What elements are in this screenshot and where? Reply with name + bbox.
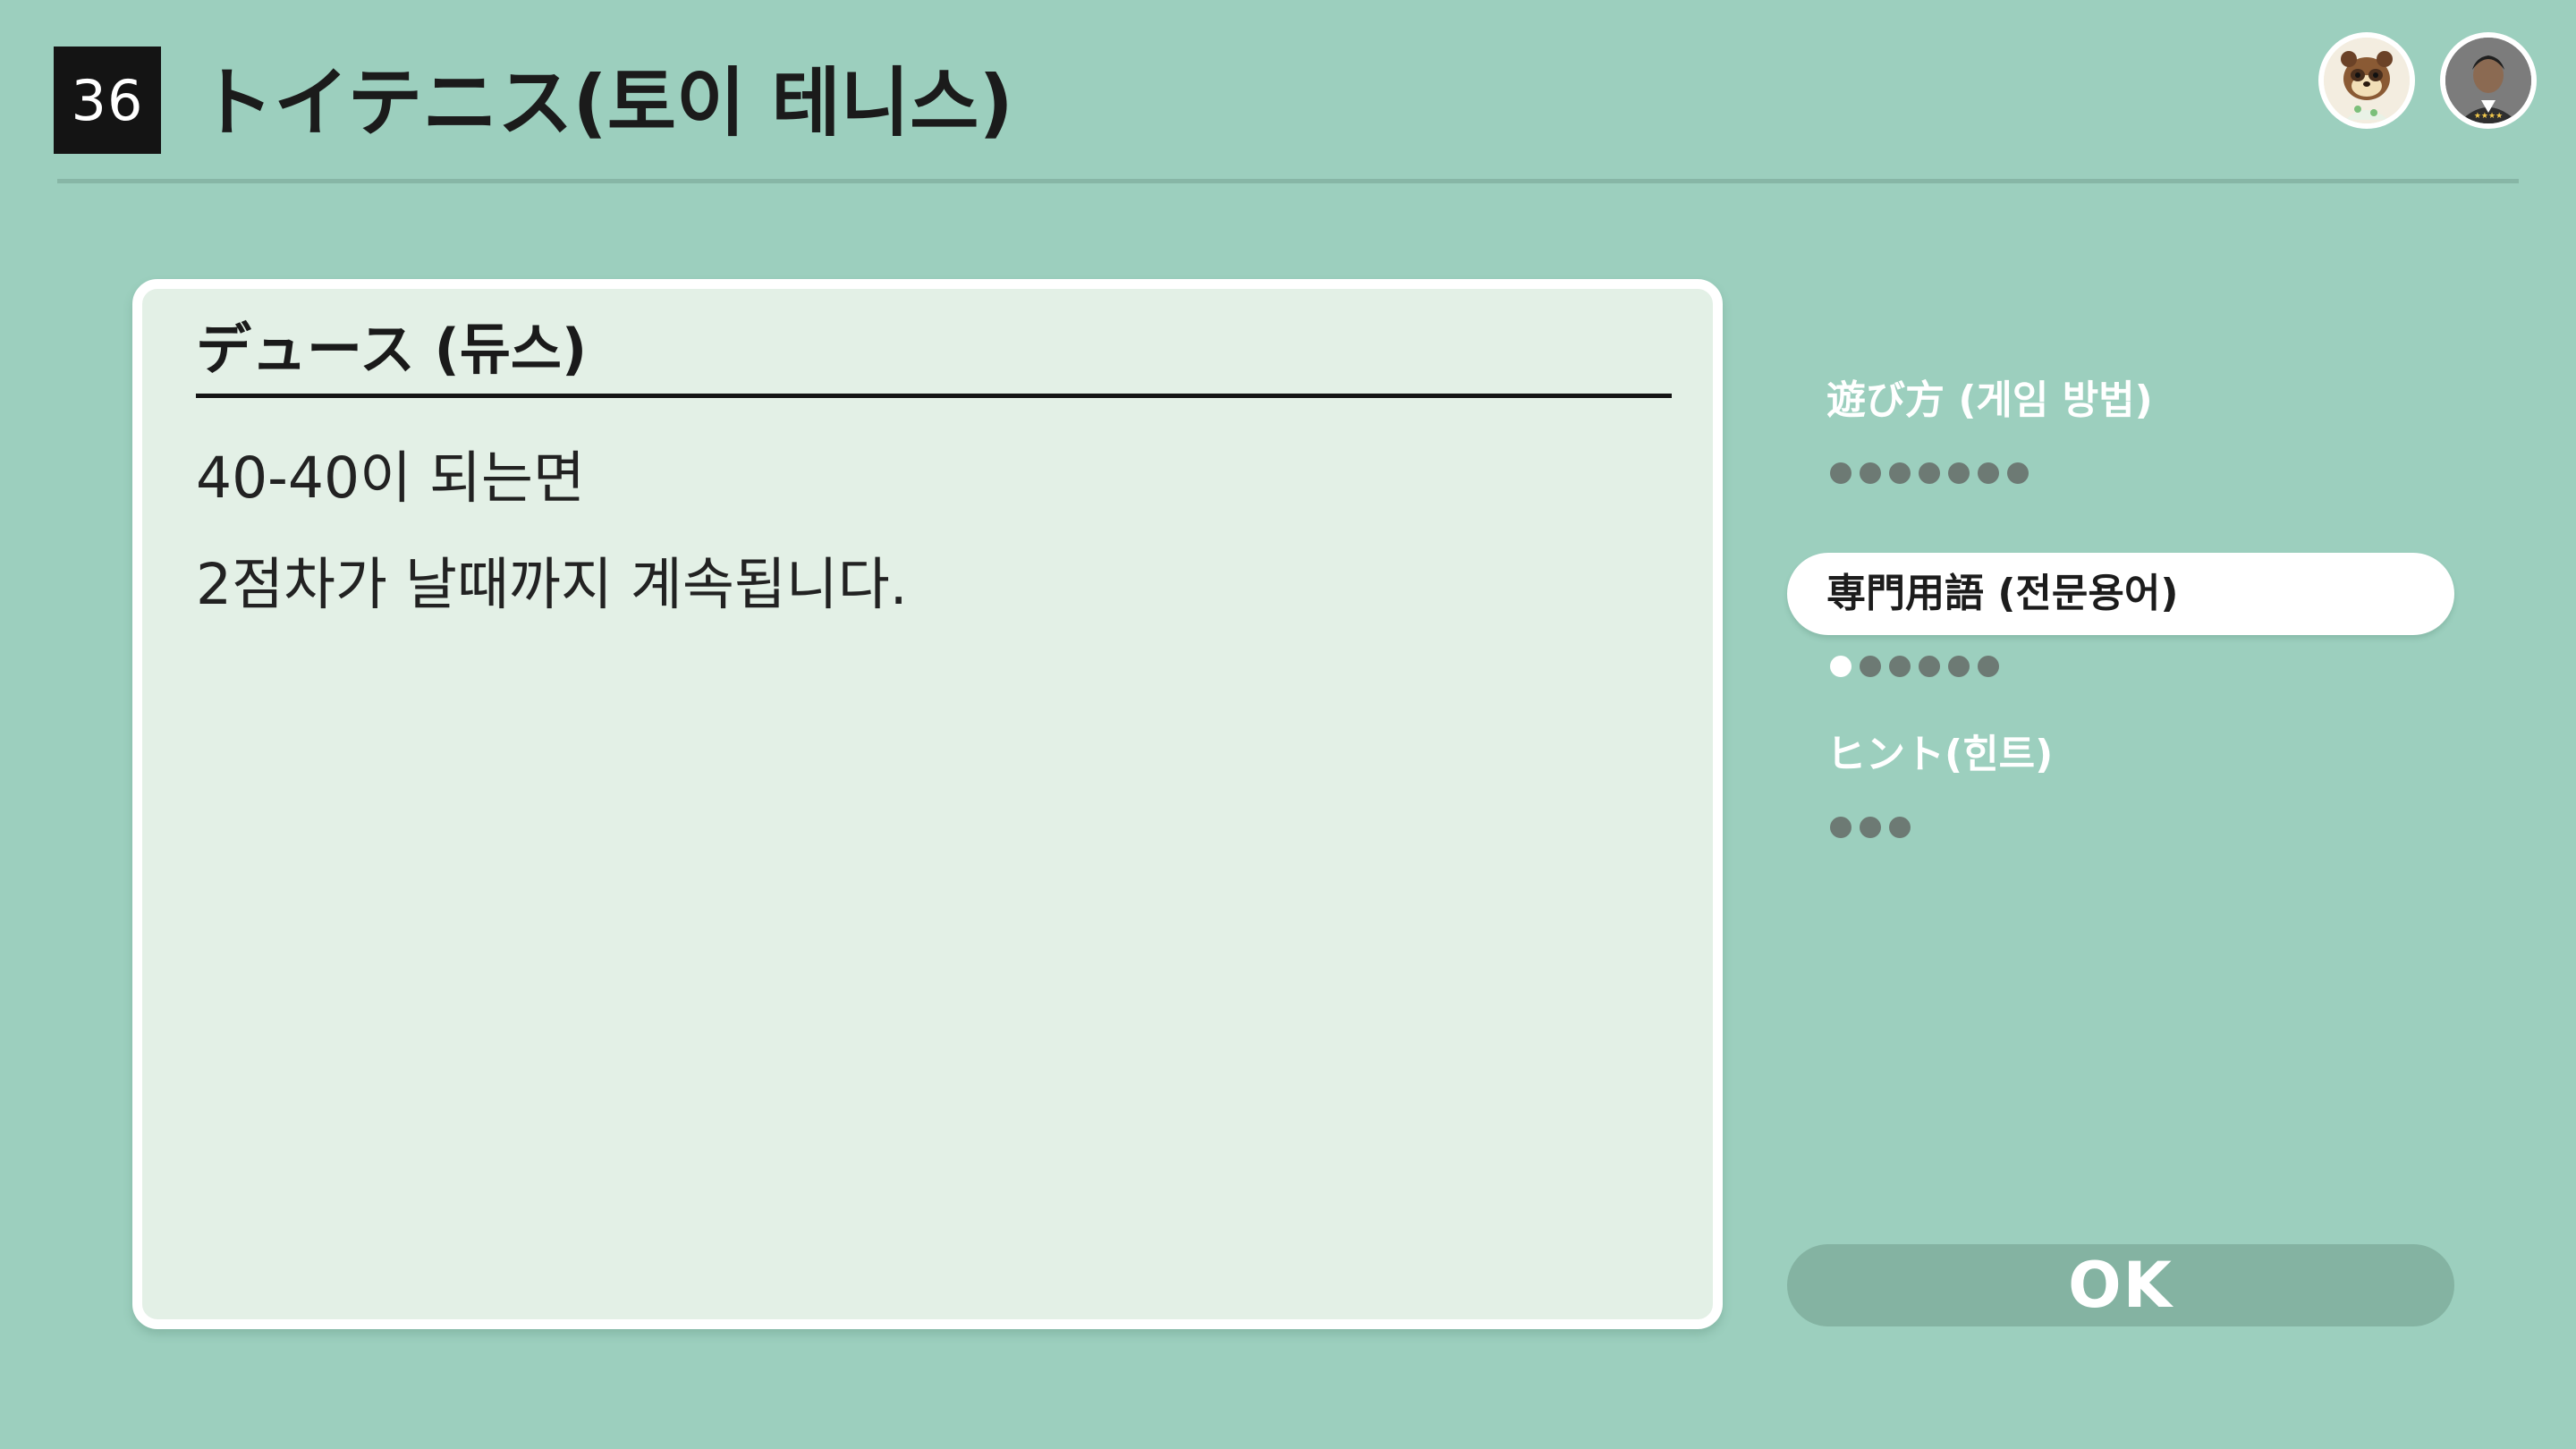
page-dot [1919, 462, 1940, 484]
page-dot [1860, 462, 1881, 484]
menu-item-how-to-play[interactable]: 遊び方 (게임 방법) [1787, 360, 2454, 442]
page-indicator-hints [1830, 814, 1919, 841]
card-text-line: 40-40이 되는면 [196, 445, 585, 511]
tanuki-character-avatar-icon[interactable] [2318, 32, 2415, 129]
page-dot [1860, 817, 1881, 838]
tanuki-face-icon [2324, 38, 2410, 123]
page-dot [1978, 462, 1999, 484]
game-number-badge: 36 [54, 47, 161, 154]
page-dot [1830, 817, 1852, 838]
page-dot [1948, 656, 1970, 677]
page-dot [1948, 462, 1970, 484]
header-divider [57, 179, 2519, 183]
page-title: トイテニス(토이 테니스) [199, 59, 1013, 147]
page-dot [1889, 817, 1911, 838]
page-dot [2007, 462, 2029, 484]
page-dot [1860, 656, 1881, 677]
page-indicator-terminology [1830, 653, 2007, 680]
info-card: デュース (듀스) 40-40이 되는면 2점차가 날때까지 계속됩니다. [132, 279, 1723, 1329]
card-title: デュース (듀스) [196, 317, 588, 382]
card-text-line: 2점차가 날때까지 계속됩니다. [196, 552, 908, 617]
svg-text:★★★★: ★★★★ [2474, 112, 2503, 121]
page-dot [1889, 462, 1911, 484]
menu-item-hints[interactable]: ヒント(힌트) [1787, 714, 2454, 796]
page-indicator-how-to-play [1830, 460, 2037, 487]
page-dot [1830, 462, 1852, 484]
header: 36 トイテニス(토이 테니스) ★★★★ [0, 0, 2576, 188]
player-silhouette-icon: ★★★★ [2445, 38, 2531, 123]
card-title-divider [196, 394, 1672, 398]
ok-button[interactable]: OK [1787, 1244, 2454, 1326]
player-avatar-icon[interactable]: ★★★★ [2440, 32, 2537, 129]
page-dot [1889, 656, 1911, 677]
page-dot [1978, 656, 1999, 677]
page-dot [1919, 656, 1940, 677]
page-dot-current [1830, 656, 1852, 677]
menu-item-terminology[interactable]: 専門用語 (전문용어) [1787, 553, 2454, 635]
